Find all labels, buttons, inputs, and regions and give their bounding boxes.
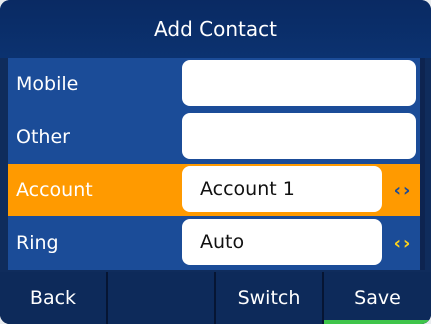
mobile-label: Mobile bbox=[16, 73, 79, 95]
other-label: Other bbox=[16, 126, 70, 148]
account-label: Account bbox=[16, 179, 93, 201]
phone-screen: Add Contact Mobile Other Account Account… bbox=[0, 0, 431, 324]
row-ring[interactable]: Ring Auto ‹ › bbox=[8, 217, 420, 269]
ring-select[interactable]: Auto bbox=[182, 219, 382, 265]
empty-softkey[interactable] bbox=[108, 272, 216, 324]
ring-left-right-icon[interactable]: ‹ › bbox=[386, 217, 418, 269]
save-button[interactable]: Save bbox=[324, 272, 431, 324]
account-select[interactable]: Account 1 bbox=[182, 166, 382, 212]
softkey-bar: Back Switch Save bbox=[0, 272, 431, 324]
form-rows: Mobile Other Account Account 1 ‹ › Ring … bbox=[8, 58, 420, 270]
chevron-right-icon: › bbox=[403, 179, 411, 201]
back-button[interactable]: Back bbox=[0, 272, 108, 324]
mobile-input[interactable] bbox=[182, 60, 416, 106]
other-input[interactable] bbox=[182, 113, 416, 159]
chevron-left-icon: ‹ bbox=[393, 179, 401, 201]
scrollbar[interactable] bbox=[420, 58, 425, 270]
chevron-left-icon: ‹ bbox=[393, 232, 401, 254]
row-account[interactable]: Account Account 1 ‹ › bbox=[8, 164, 420, 216]
page-title: Add Contact bbox=[0, 0, 431, 58]
ring-label: Ring bbox=[16, 232, 59, 254]
chevron-right-icon: › bbox=[403, 232, 411, 254]
switch-button[interactable]: Switch bbox=[216, 272, 324, 324]
row-other[interactable]: Other bbox=[8, 111, 420, 163]
row-mobile[interactable]: Mobile bbox=[8, 58, 420, 110]
account-left-right-icon[interactable]: ‹ › bbox=[386, 164, 418, 216]
